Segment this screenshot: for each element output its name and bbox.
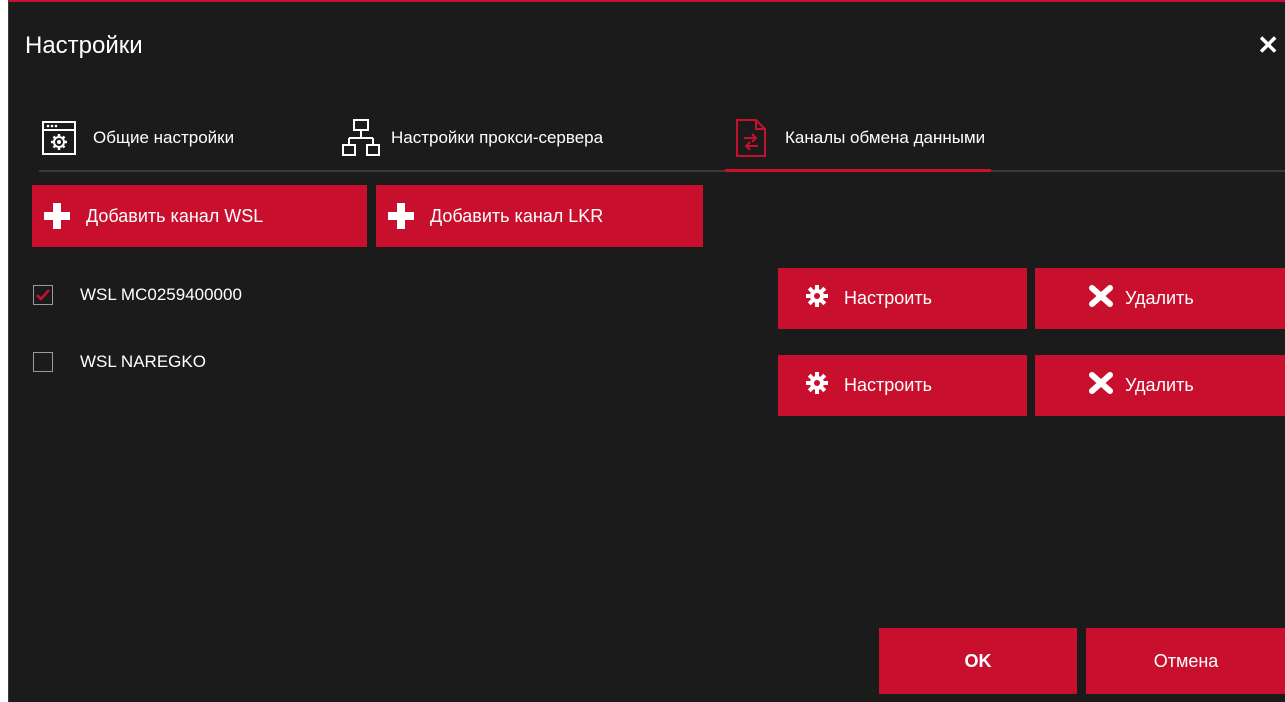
configure-button[interactable]: Настроить [778,355,1027,416]
ok-button[interactable]: OK [879,628,1077,694]
add-wsl-channel-button[interactable]: Добавить канал WSL [32,185,367,247]
configure-button[interactable]: Настроить [778,268,1027,329]
network-icon [341,116,381,160]
button-label: Настроить [844,288,932,308]
settings-window-icon [39,116,79,160]
delete-x-icon [1089,372,1113,399]
add-lkr-channel-button[interactable]: Добавить канал LKR [376,185,703,247]
tab-proxy-settings[interactable]: Настройки прокси-сервера [341,108,603,168]
close-icon[interactable]: ✕ [1257,32,1279,58]
plus-icon [44,203,70,229]
button-label: Удалить [1125,375,1194,395]
channel-name: WSL NAREGKO [80,352,206,371]
exchange-file-icon [731,116,771,160]
delete-button[interactable]: Удалить [1035,355,1285,416]
tab-data-exchange-channels[interactable]: Каналы обмена данными [724,108,992,172]
gear-icon [806,372,828,399]
button-label: Настроить [844,375,932,395]
channel-name: WSL MC0259400000 [80,285,242,304]
plus-icon [388,203,414,229]
tab-bar: Общие настройки Настройки прокси-сервера [39,108,1285,172]
channel-checkbox[interactable] [33,352,53,372]
button-label: Добавить канал WSL [86,205,264,226]
cancel-button[interactable]: Отмена [1086,628,1285,694]
tab-label: Общие настройки [93,128,235,147]
settings-dialog: Настройки ✕ Общие настройки Настройки пр… [8,0,1285,702]
delete-button[interactable]: Удалить [1035,268,1285,329]
button-label: Удалить [1125,288,1194,308]
tab-label: Каналы обмена данными [785,128,986,147]
channel-checkbox[interactable] [33,285,53,305]
button-label: Добавить канал LKR [430,205,604,226]
tab-label: Настройки прокси-сервера [391,128,604,147]
checkmark-icon [36,289,50,301]
delete-x-icon [1089,285,1113,312]
tab-general-settings[interactable]: Общие настройки [39,108,234,168]
dialog-title: Настройки [25,32,143,59]
gear-icon [806,285,828,312]
